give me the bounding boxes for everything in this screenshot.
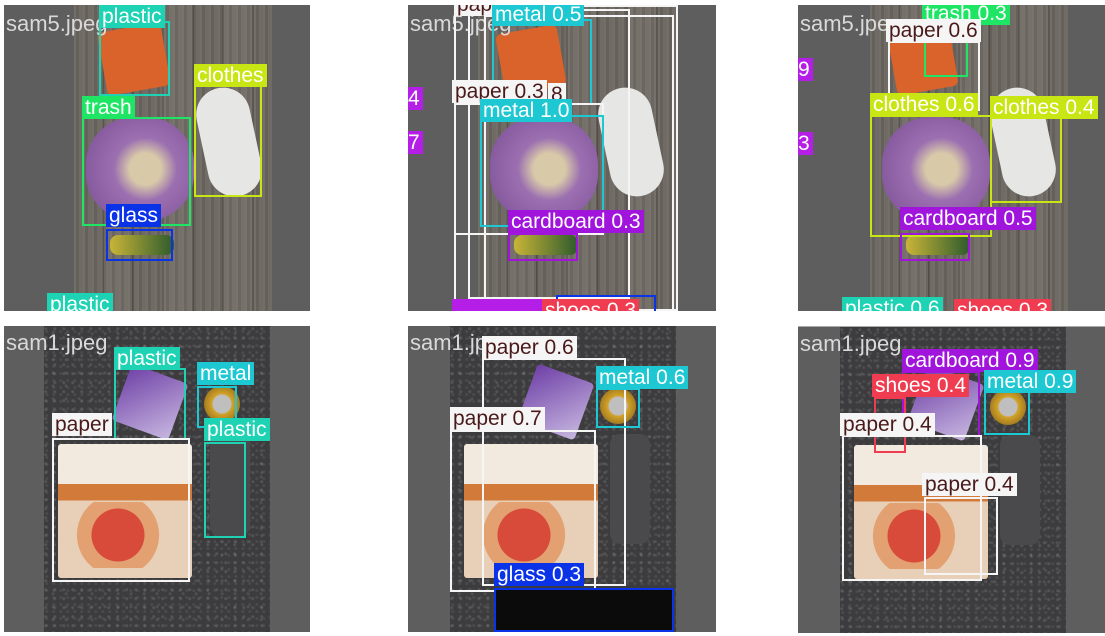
bbox-clothes xyxy=(990,117,1062,203)
class-label: shoes 0.3 xyxy=(542,299,640,311)
class-label: plastic 0.6 xyxy=(842,297,943,311)
class-label: 4 xyxy=(408,87,423,110)
class-label: clothes xyxy=(194,64,267,87)
filename-label: sam5.jpeg xyxy=(6,11,108,36)
class-label: clothes 0.6 xyxy=(870,93,978,116)
bbox-plastic xyxy=(99,21,170,96)
bbox-paper xyxy=(924,497,998,575)
detection-panel-sam5-model-b: sam5.jpeg trash 0.3 paper 0.6 9 clothes … xyxy=(798,5,1105,311)
bbox-cardboard xyxy=(508,233,578,261)
class-label: metal 0.5 xyxy=(492,5,585,26)
filename-label: sam1.jpeg xyxy=(6,330,108,355)
class-label: paper 0.6 xyxy=(482,336,577,359)
bbox-cardboard xyxy=(900,233,970,261)
bbox-glass xyxy=(106,229,173,261)
class-label: paper 0.4 xyxy=(840,413,935,436)
bbox-clothes xyxy=(194,85,262,197)
class-label: glass 0.3 xyxy=(494,563,585,586)
class-label: paper 0.4 xyxy=(922,473,1017,496)
class-label: paper 0.6 xyxy=(886,19,981,42)
detection-panel-sam5-model-a: sam5.jpeg paper 0.4 metal 0.5 4 paper 0.… xyxy=(408,5,716,311)
class-label: clothes 0.4 xyxy=(990,96,1098,119)
bbox-paper xyxy=(52,438,190,582)
filename-label: sam1.jpeg xyxy=(800,331,902,356)
class-label: cardboard 0.3 xyxy=(508,210,644,233)
class-label: 9 xyxy=(798,58,813,81)
class-label: metal 1.0 xyxy=(480,99,573,122)
bbox-metal xyxy=(596,388,640,428)
class-label: trash xyxy=(82,96,135,119)
class-label: metal 0.6 xyxy=(596,366,689,389)
bbox-metal xyxy=(984,389,1030,435)
class-label: cardboard 0.9 xyxy=(902,349,1038,372)
class-label: paper 0.7 xyxy=(450,407,545,430)
detection-panel-sam5-ground-truth: sam5.jpeg plastic clothes trash glass pl… xyxy=(4,5,310,311)
class-label: plastic xyxy=(204,418,270,441)
class-label: shoes 0.4 xyxy=(872,374,970,397)
detection-panel-sam1-model-b: sam1.jpeg cardboard 0.9 shoes 0.4 metal … xyxy=(798,326,1105,633)
bbox-plastic xyxy=(114,368,186,440)
class-label: 3 xyxy=(798,132,813,155)
detection-panel-sam1-ground-truth: sam1.jpeg plastic metal paper plastic xyxy=(4,326,310,632)
class-label: 7 xyxy=(408,131,423,154)
class-label: plastic xyxy=(99,5,165,28)
class-label: cardboard 0.5 xyxy=(900,207,1036,230)
class-label: plastic xyxy=(47,293,113,311)
class-label: paper xyxy=(52,413,112,436)
bbox-plastic xyxy=(204,442,246,538)
class-label: plastic xyxy=(114,347,180,370)
class-label: shoes 0.3 xyxy=(954,299,1052,311)
detection-panel-sam1-model-a: sam1.jpeg paper 0.6 metal 0.6 paper 0.7 … xyxy=(408,326,716,632)
class-label: metal xyxy=(197,362,255,385)
tag-purple xyxy=(452,299,542,311)
class-label: glass xyxy=(106,204,162,227)
bbox-glass xyxy=(494,588,674,632)
class-label: metal 0.9 xyxy=(984,370,1077,393)
